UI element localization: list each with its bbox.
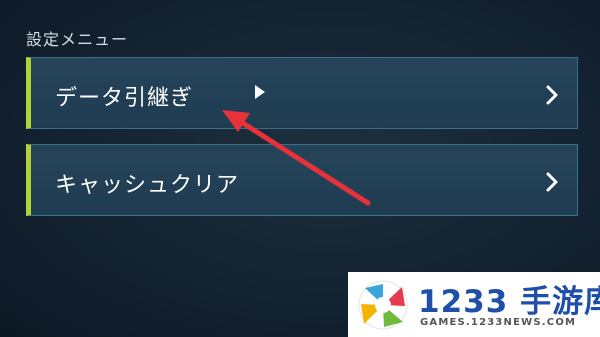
menu-item-cache-clear[interactable]: キャッシュクリア xyxy=(26,144,578,216)
chevron-right-icon xyxy=(546,85,558,105)
watermark-url: GAMES.1233NEWS.COM xyxy=(420,317,577,328)
logo-icon xyxy=(358,280,408,330)
watermark-brand: 1233 手游库 xyxy=(418,284,600,320)
chevron-right-icon xyxy=(546,172,558,192)
watermark: 1233 手游库 GAMES.1233NEWS.COM xyxy=(348,272,600,337)
menu-item-label: データ引継ぎ xyxy=(55,86,194,111)
menu-item-label: キャッシュクリア xyxy=(55,173,240,198)
cursor-icon xyxy=(255,85,265,99)
menu-item-data-transfer[interactable]: データ引継ぎ xyxy=(26,57,578,129)
settings-menu-title: 設定メニュー xyxy=(26,30,129,49)
